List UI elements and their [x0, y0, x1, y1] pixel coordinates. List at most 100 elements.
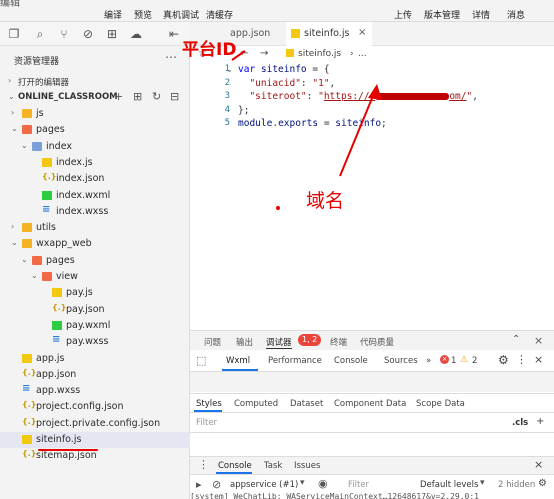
tree-item[interactable]: ≡ app.wxss [0, 383, 190, 399]
tree-item[interactable]: ⌄ wxapp_web [0, 236, 190, 252]
tree-item[interactable]: ⌄ index [0, 139, 190, 155]
tree-item[interactable]: {.} index.json [0, 171, 190, 187]
tree-item[interactable]: app.js [0, 351, 190, 367]
tree-item[interactable]: {.} app.json [0, 367, 190, 383]
menu-clear-cache[interactable]: 清缓存 [206, 8, 233, 21]
tree-item[interactable]: ≡ index.wxss [0, 204, 190, 220]
menu-version-management[interactable]: 版本管理 [424, 8, 460, 21]
source-control-icon[interactable]: ⑂ [56, 26, 72, 42]
explorer-title: 资源管理器 [14, 57, 60, 67]
tree-item[interactable]: ⌄ view [0, 269, 190, 285]
tab-console[interactable]: Console [334, 356, 368, 366]
chevron-down-icon[interactable]: ⌄ [11, 238, 18, 247]
drawer-menu-icon[interactable]: ⋮ [198, 458, 209, 471]
tree-item[interactable]: index.wxml [0, 188, 190, 204]
tab-component-data[interactable]: Component Data [334, 399, 406, 409]
close-icon[interactable]: × [534, 353, 543, 366]
warning-count[interactable]: 2 [472, 356, 477, 366]
tree-item-label: pay.json [66, 303, 105, 315]
menu-messages[interactable]: 消息 [507, 8, 525, 21]
menu-preview[interactable]: 预览 [134, 8, 152, 21]
editor-tab-bar: app.json siteinfo.js × [190, 22, 554, 46]
chevron-down-icon[interactable]: ⌄ [31, 271, 38, 280]
styles-filter-input[interactable]: Filter [196, 418, 217, 428]
chevron-right-icon[interactable]: › [11, 108, 14, 117]
tree-item[interactable]: pay.js [0, 285, 190, 301]
cls-toggle[interactable]: .cls [512, 418, 528, 428]
tab-output[interactable]: 输出 [236, 336, 253, 348]
tab-computed[interactable]: Computed [234, 399, 278, 409]
tree-item[interactable]: › utils [0, 220, 190, 236]
top-menu-bar: 编辑 编译 预览 真机调试 清缓存 上传 版本管理 详情 消息 [0, 0, 554, 22]
tree-item[interactable]: {.} project.config.json [0, 399, 190, 415]
folder-icon [22, 223, 32, 233]
menu-upload[interactable]: 上传 [394, 8, 412, 21]
tab-siteinfo-js[interactable]: siteinfo.js × [286, 22, 372, 46]
open-editors-section[interactable]: › 打开的编辑器 [0, 74, 190, 90]
new-style-rule-icon[interactable]: + [536, 416, 544, 427]
tree-item[interactable]: ≡ pay.wxss [0, 334, 190, 350]
close-icon[interactable]: × [534, 458, 543, 471]
debug-icon[interactable]: ⊘ [80, 26, 96, 42]
clear-console-icon[interactable]: ⊘ [212, 478, 221, 491]
chevron-up-icon[interactable]: ⌃ [512, 334, 520, 345]
tab-problems[interactable]: 问题 [204, 336, 221, 348]
sidebar-toggle-icon[interactable]: ▸ [196, 478, 202, 491]
tree-item[interactable]: {.} project.private.config.json [0, 416, 190, 432]
tab-scope-data[interactable]: Scope Data [416, 399, 465, 409]
refresh-icon[interactable]: ↻ [152, 90, 161, 106]
split-icon[interactable]: ⇤ [166, 26, 182, 42]
settings-icon[interactable]: ⚙ [538, 478, 547, 489]
tab-terminal[interactable]: 终端 [330, 336, 347, 348]
tree-item[interactable]: siteinfo.js [0, 432, 190, 448]
chevron-down-icon[interactable]: ⌄ [11, 124, 18, 133]
tab-styles[interactable]: Styles [196, 399, 222, 409]
tree-item[interactable]: ⌄ pages [0, 253, 190, 269]
tab-console-drawer[interactable]: Console [218, 461, 252, 471]
chevron-right-icon[interactable]: › [11, 222, 14, 231]
tree-item[interactable]: ⌄ pages [0, 122, 190, 138]
tab-issues[interactable]: Issues [294, 461, 320, 471]
tree-item[interactable]: pay.wxml [0, 318, 190, 334]
project-name: ONLINE_CLASSROOM [18, 92, 118, 102]
tree-item[interactable]: {.} pay.json [0, 302, 190, 318]
context-selector[interactable]: appservice (#1) [230, 480, 298, 490]
extensions-icon[interactable]: ⊞ [104, 26, 120, 42]
log-levels-dropdown[interactable]: Default levels [420, 480, 478, 490]
new-file-icon[interactable]: + [114, 90, 123, 106]
console-filter-input[interactable]: Filter [348, 480, 369, 490]
collapse-icon[interactable]: ⊟ [170, 90, 179, 106]
explorer-panel: 资源管理器 ⋯ › 打开的编辑器 ⌄ ONLINE_CLASSROOM + ⊞ … [0, 46, 190, 499]
tab-code-quality[interactable]: 代码质量 [360, 336, 394, 348]
files-icon[interactable]: ❐ [6, 26, 22, 42]
inspect-icon[interactable]: ⬚ [196, 354, 206, 367]
tree-item[interactable]: index.js [0, 155, 190, 171]
cloud-icon[interactable]: ☁ [128, 26, 144, 42]
eye-icon[interactable]: ◉ [318, 477, 328, 490]
tab-debugger[interactable]: 调试器 [266, 336, 292, 349]
more-options-icon[interactable]: ⋮ [516, 353, 527, 366]
tab-dataset[interactable]: Dataset [290, 399, 323, 409]
new-folder-icon[interactable]: ⊞ [133, 90, 142, 106]
tree-item[interactable]: › js [0, 106, 190, 122]
tab-performance[interactable]: Performance [268, 356, 322, 366]
wxss-file-icon: ≡ [22, 383, 31, 395]
settings-icon[interactable]: ⚙ [498, 353, 509, 367]
error-count[interactable]: 1 [451, 356, 456, 366]
menu-real-device-debug[interactable]: 真机调试 [163, 8, 199, 21]
chevron-down-icon[interactable]: ⌄ [21, 255, 28, 264]
search-icon[interactable]: ⌕ [32, 26, 48, 42]
menu-details[interactable]: 详情 [472, 8, 490, 21]
more-tabs[interactable]: » [426, 356, 431, 366]
chevron-down-icon[interactable]: ⌄ [21, 141, 28, 150]
close-icon[interactable]: × [534, 334, 543, 347]
close-icon[interactable]: × [358, 27, 366, 38]
project-section[interactable]: ⌄ ONLINE_CLASSROOM + ⊞ ↻ ⊟ [0, 90, 190, 106]
tab-sources[interactable]: Sources [384, 356, 418, 366]
menu-compile[interactable]: 编译 [104, 8, 122, 21]
tab-label: siteinfo.js [304, 28, 350, 39]
tab-wxml[interactable]: Wxml [226, 356, 250, 366]
menu-edit-clipped[interactable]: 编辑 [0, 0, 20, 9]
tab-task[interactable]: Task [264, 461, 282, 471]
more-icon[interactable]: ⋯ [165, 50, 177, 64]
